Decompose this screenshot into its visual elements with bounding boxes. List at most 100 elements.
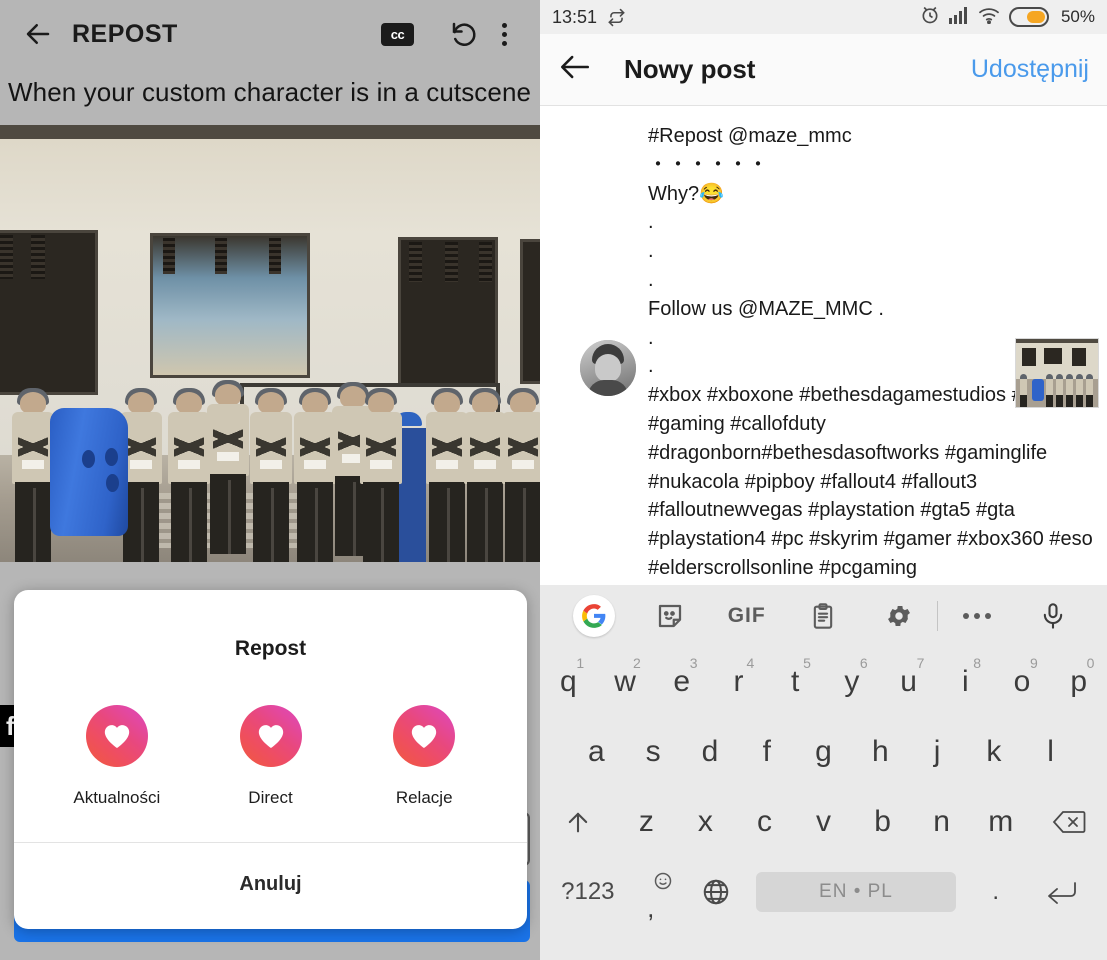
- symbols-key[interactable]: ?123: [548, 857, 628, 927]
- gif-icon[interactable]: GIF: [709, 604, 785, 628]
- cancel-button[interactable]: Anuluj: [14, 843, 527, 929]
- key-y[interactable]: 6y: [824, 647, 881, 717]
- key-c[interactable]: c: [735, 787, 794, 857]
- key-q[interactable]: 1q: [540, 647, 597, 717]
- rotate-left-icon[interactable]: [444, 14, 484, 54]
- key-label: y: [844, 665, 860, 698]
- share-option-label: Direct: [248, 788, 293, 807]
- key-label: e: [673, 665, 691, 698]
- meme-image[interactable]: [0, 124, 540, 562]
- status-time: 13:51: [552, 6, 598, 27]
- key-z[interactable]: z: [617, 787, 676, 857]
- post-compose-area: #Repost @maze_mmc ・・・・・・ Why?😂 . . . Fol…: [540, 106, 1107, 618]
- key-label: q: [560, 665, 577, 698]
- key-d[interactable]: d: [682, 717, 739, 787]
- key-f[interactable]: f: [738, 717, 795, 787]
- key-number-hint: 7: [916, 655, 925, 671]
- share-option-direct[interactable]: Direct: [194, 705, 348, 808]
- key-label: r: [733, 665, 744, 698]
- key-v[interactable]: v: [794, 787, 853, 857]
- keyboard-row-1: 1q 2w 3e 4r 5t 6y 7u 8i 9o 0p: [540, 647, 1107, 717]
- key-g[interactable]: g: [795, 717, 852, 787]
- back-arrow-icon[interactable]: [16, 12, 60, 56]
- sticker-icon[interactable]: [632, 601, 708, 631]
- repost-icon: [607, 8, 626, 27]
- key-j[interactable]: j: [909, 717, 966, 787]
- repost-bottom-sheet-dialog: Repost Aktualności Direct Relacje Anuluj: [14, 590, 527, 929]
- gboard-keyboard: GIF 1q 2w 3e 4r 5 t 6 y 7 u 8 i 9 o 0 p …: [540, 585, 1107, 960]
- backspace-icon[interactable]: [1030, 787, 1107, 857]
- key-number-hint: 3: [689, 655, 698, 671]
- gear-icon[interactable]: [861, 602, 937, 630]
- more-icon[interactable]: [938, 613, 1014, 619]
- share-button[interactable]: Udostępnij: [971, 55, 1089, 84]
- signal-bars-icon: [948, 6, 969, 29]
- key-r[interactable]: 4r: [710, 647, 767, 717]
- key-l[interactable]: l: [1022, 717, 1079, 787]
- key-s[interactable]: s: [625, 717, 682, 787]
- share-option-relacje[interactable]: Relacje: [347, 705, 501, 808]
- key-a[interactable]: a: [568, 717, 625, 787]
- shift-arrow-icon[interactable]: [540, 787, 617, 857]
- key-i[interactable]: 8i: [937, 647, 994, 717]
- heart-icon: [239, 705, 302, 767]
- key-label: o: [1013, 665, 1031, 698]
- key-h[interactable]: h: [852, 717, 909, 787]
- comma-label: ,: [647, 893, 655, 923]
- share-option-aktualnosci[interactable]: Aktualności: [40, 705, 194, 808]
- language-globe-icon[interactable]: [687, 857, 746, 927]
- meme-window: [0, 229, 98, 395]
- key-m[interactable]: m: [971, 787, 1030, 857]
- avatar: [580, 340, 636, 396]
- back-arrow-icon[interactable]: [558, 50, 592, 89]
- meme-blue-barrel: [50, 407, 128, 536]
- status-bar: 13:51 50%: [540, 0, 1107, 34]
- period-key[interactable]: .: [966, 857, 1025, 927]
- key-label: t: [790, 665, 800, 698]
- microphone-icon[interactable]: [1015, 602, 1091, 630]
- share-target-row: Aktualności Direct Relacje: [14, 661, 527, 842]
- key-number-hint: 1: [576, 655, 585, 671]
- key-number-hint: 4: [746, 655, 755, 671]
- key-t[interactable]: 5t: [767, 647, 824, 717]
- meme-cadet: [358, 387, 404, 562]
- meme-cadet: [500, 387, 540, 562]
- keyboard-row-2: a s d f g h j k l: [540, 717, 1107, 787]
- share-option-label: Aktualności: [73, 788, 161, 807]
- alarm-clock-icon: [920, 5, 940, 30]
- meme-window: [150, 232, 310, 378]
- meme-cadet: [248, 387, 294, 562]
- meme-cadet: [205, 379, 251, 562]
- heart-icon: [85, 705, 148, 767]
- meme-caption: When your custom character is in a cutsc…: [0, 68, 540, 125]
- keyboard-row-4: ?123 , EN • PL .: [540, 857, 1107, 933]
- key-x[interactable]: x: [676, 787, 735, 857]
- google-logo-icon[interactable]: [556, 595, 632, 637]
- key-e[interactable]: 3e: [653, 647, 710, 717]
- key-u[interactable]: 7u: [880, 647, 937, 717]
- key-n[interactable]: n: [912, 787, 971, 857]
- key-p[interactable]: 0p: [1050, 647, 1107, 717]
- spacebar[interactable]: EN • PL: [755, 872, 957, 912]
- key-w[interactable]: 2w: [597, 647, 654, 717]
- left-panel-repost-app: REPOST cc When your custom character is …: [0, 0, 540, 960]
- page-title: Nowy post: [624, 54, 756, 84]
- heart-icon: [393, 705, 456, 767]
- key-k[interactable]: k: [965, 717, 1022, 787]
- dialog-title: Repost: [234, 637, 307, 660]
- share-option-label: Relacje: [395, 788, 453, 807]
- key-label: p: [1070, 665, 1088, 698]
- overflow-menu-icon[interactable]: [484, 14, 524, 54]
- meme-window: [520, 238, 540, 384]
- key-b[interactable]: b: [853, 787, 912, 857]
- key-label: u: [900, 665, 917, 698]
- key-number-hint: 8: [973, 655, 982, 671]
- cc-icon[interactable]: cc: [381, 22, 414, 46]
- clipboard-icon[interactable]: [785, 602, 861, 630]
- post-thumbnail[interactable]: [1015, 338, 1099, 408]
- enter-icon[interactable]: [1025, 857, 1099, 927]
- page-title: REPOST: [72, 19, 178, 48]
- key-number-hint: 2: [633, 655, 641, 671]
- key-o[interactable]: 9o: [994, 647, 1051, 717]
- emoji-comma-key[interactable]: ,: [628, 857, 687, 927]
